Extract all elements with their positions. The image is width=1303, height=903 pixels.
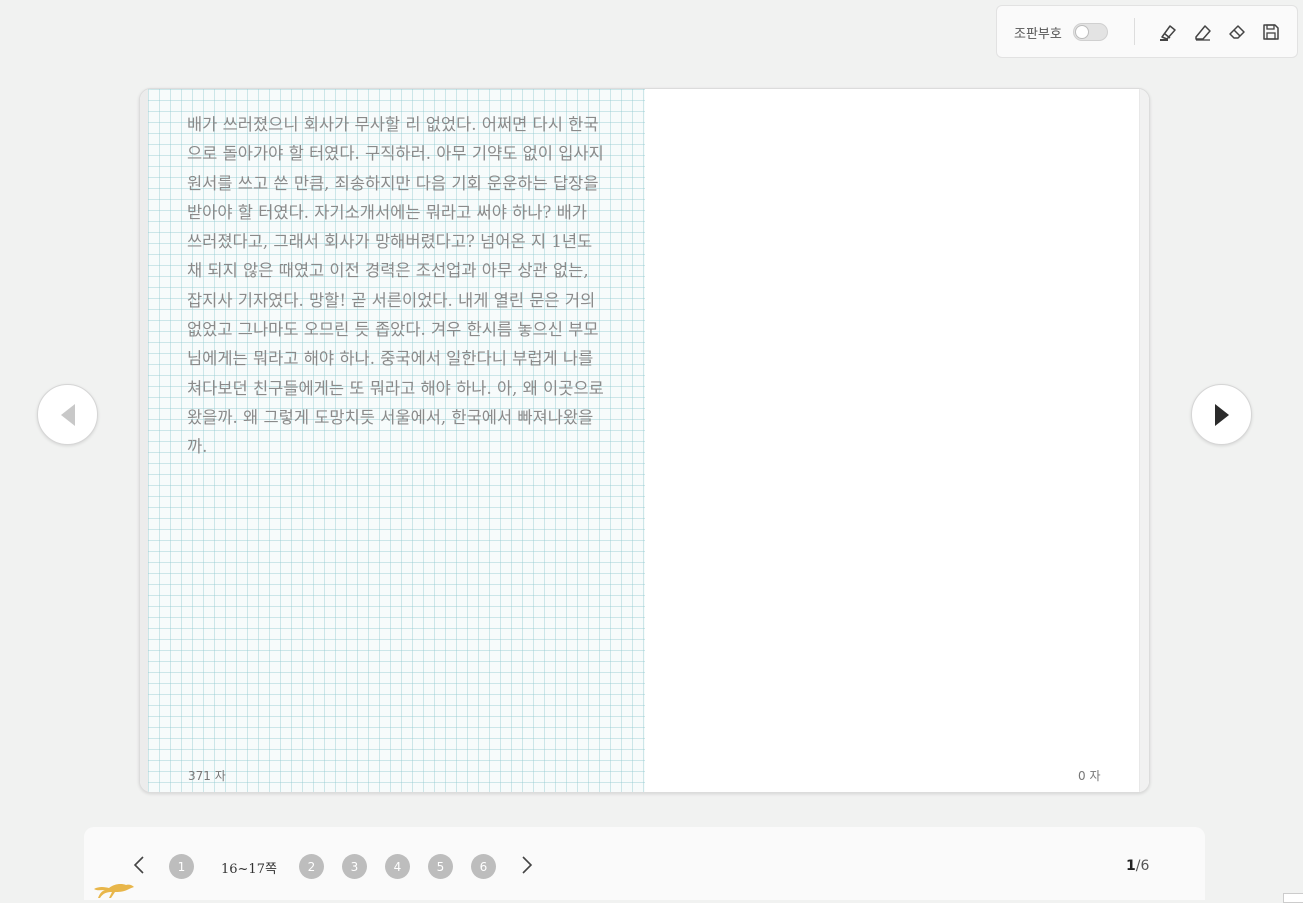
page-counter-total: /6	[1135, 858, 1150, 874]
right-char-count: 0 자	[1078, 769, 1101, 783]
page-dot-6[interactable]: 6	[471, 854, 496, 879]
book-left-edge	[140, 89, 148, 792]
chevron-left-icon	[133, 856, 144, 874]
save-icon	[1263, 24, 1279, 40]
page-dot-3[interactable]: 3	[342, 854, 367, 879]
pager-prev-button[interactable]	[131, 855, 147, 875]
highlighter-button[interactable]	[1155, 19, 1181, 45]
eraser-button[interactable]	[1224, 19, 1250, 45]
triangle-left-icon	[60, 403, 75, 426]
page-dot-1[interactable]: 1	[169, 854, 194, 879]
page-dot-2[interactable]: 2	[299, 854, 324, 879]
next-page-button[interactable]	[1191, 384, 1252, 445]
left-page[interactable]: 배가 쓰러졌으니 회사가 무사할 리 없었다. 어쩌면 다시 한국으로 돌아가야…	[148, 89, 645, 792]
left-char-count: 371 자	[188, 769, 226, 783]
previous-page-button[interactable]	[37, 384, 98, 445]
book-right-edge	[1139, 89, 1149, 792]
page-counter-current: 1	[1126, 858, 1136, 874]
pen-icon	[1195, 25, 1211, 41]
corner-widget	[1283, 893, 1303, 903]
page-navigator: 1 16~17쪽 2 3 4 5 6 1/6	[84, 827, 1205, 900]
eraser-icon	[1229, 25, 1245, 39]
page-dot-4[interactable]: 4	[385, 854, 410, 879]
book-spread: 배가 쓰러졌으니 회사가 무사할 리 없었다. 어쩌면 다시 한국으로 돌아가야…	[139, 88, 1150, 793]
triangle-right-icon	[1214, 403, 1229, 426]
pager-next-button[interactable]	[519, 855, 535, 875]
current-page-range[interactable]: 16~17쪽	[221, 858, 277, 877]
highlighter-icon	[1160, 25, 1176, 41]
pen-button[interactable]	[1190, 19, 1216, 45]
right-page[interactable]	[645, 89, 1141, 792]
layout-mark-toggle[interactable]	[1073, 23, 1108, 41]
chevron-right-icon	[522, 856, 533, 874]
save-button[interactable]	[1258, 19, 1284, 45]
editor-toolbar: 조판부호	[996, 5, 1298, 58]
layout-mark-label: 조판부호	[1014, 27, 1062, 42]
page-counter: 1/6	[1126, 858, 1149, 874]
left-page-text: 배가 쓰러졌으니 회사가 무사할 리 없었다. 어쩌면 다시 한국으로 돌아가야…	[187, 115, 604, 457]
toolbar-divider	[1134, 18, 1135, 45]
cheetah-logo-icon	[94, 884, 134, 898]
page-dot-5[interactable]: 5	[428, 854, 453, 879]
toggle-knob	[1075, 25, 1089, 39]
